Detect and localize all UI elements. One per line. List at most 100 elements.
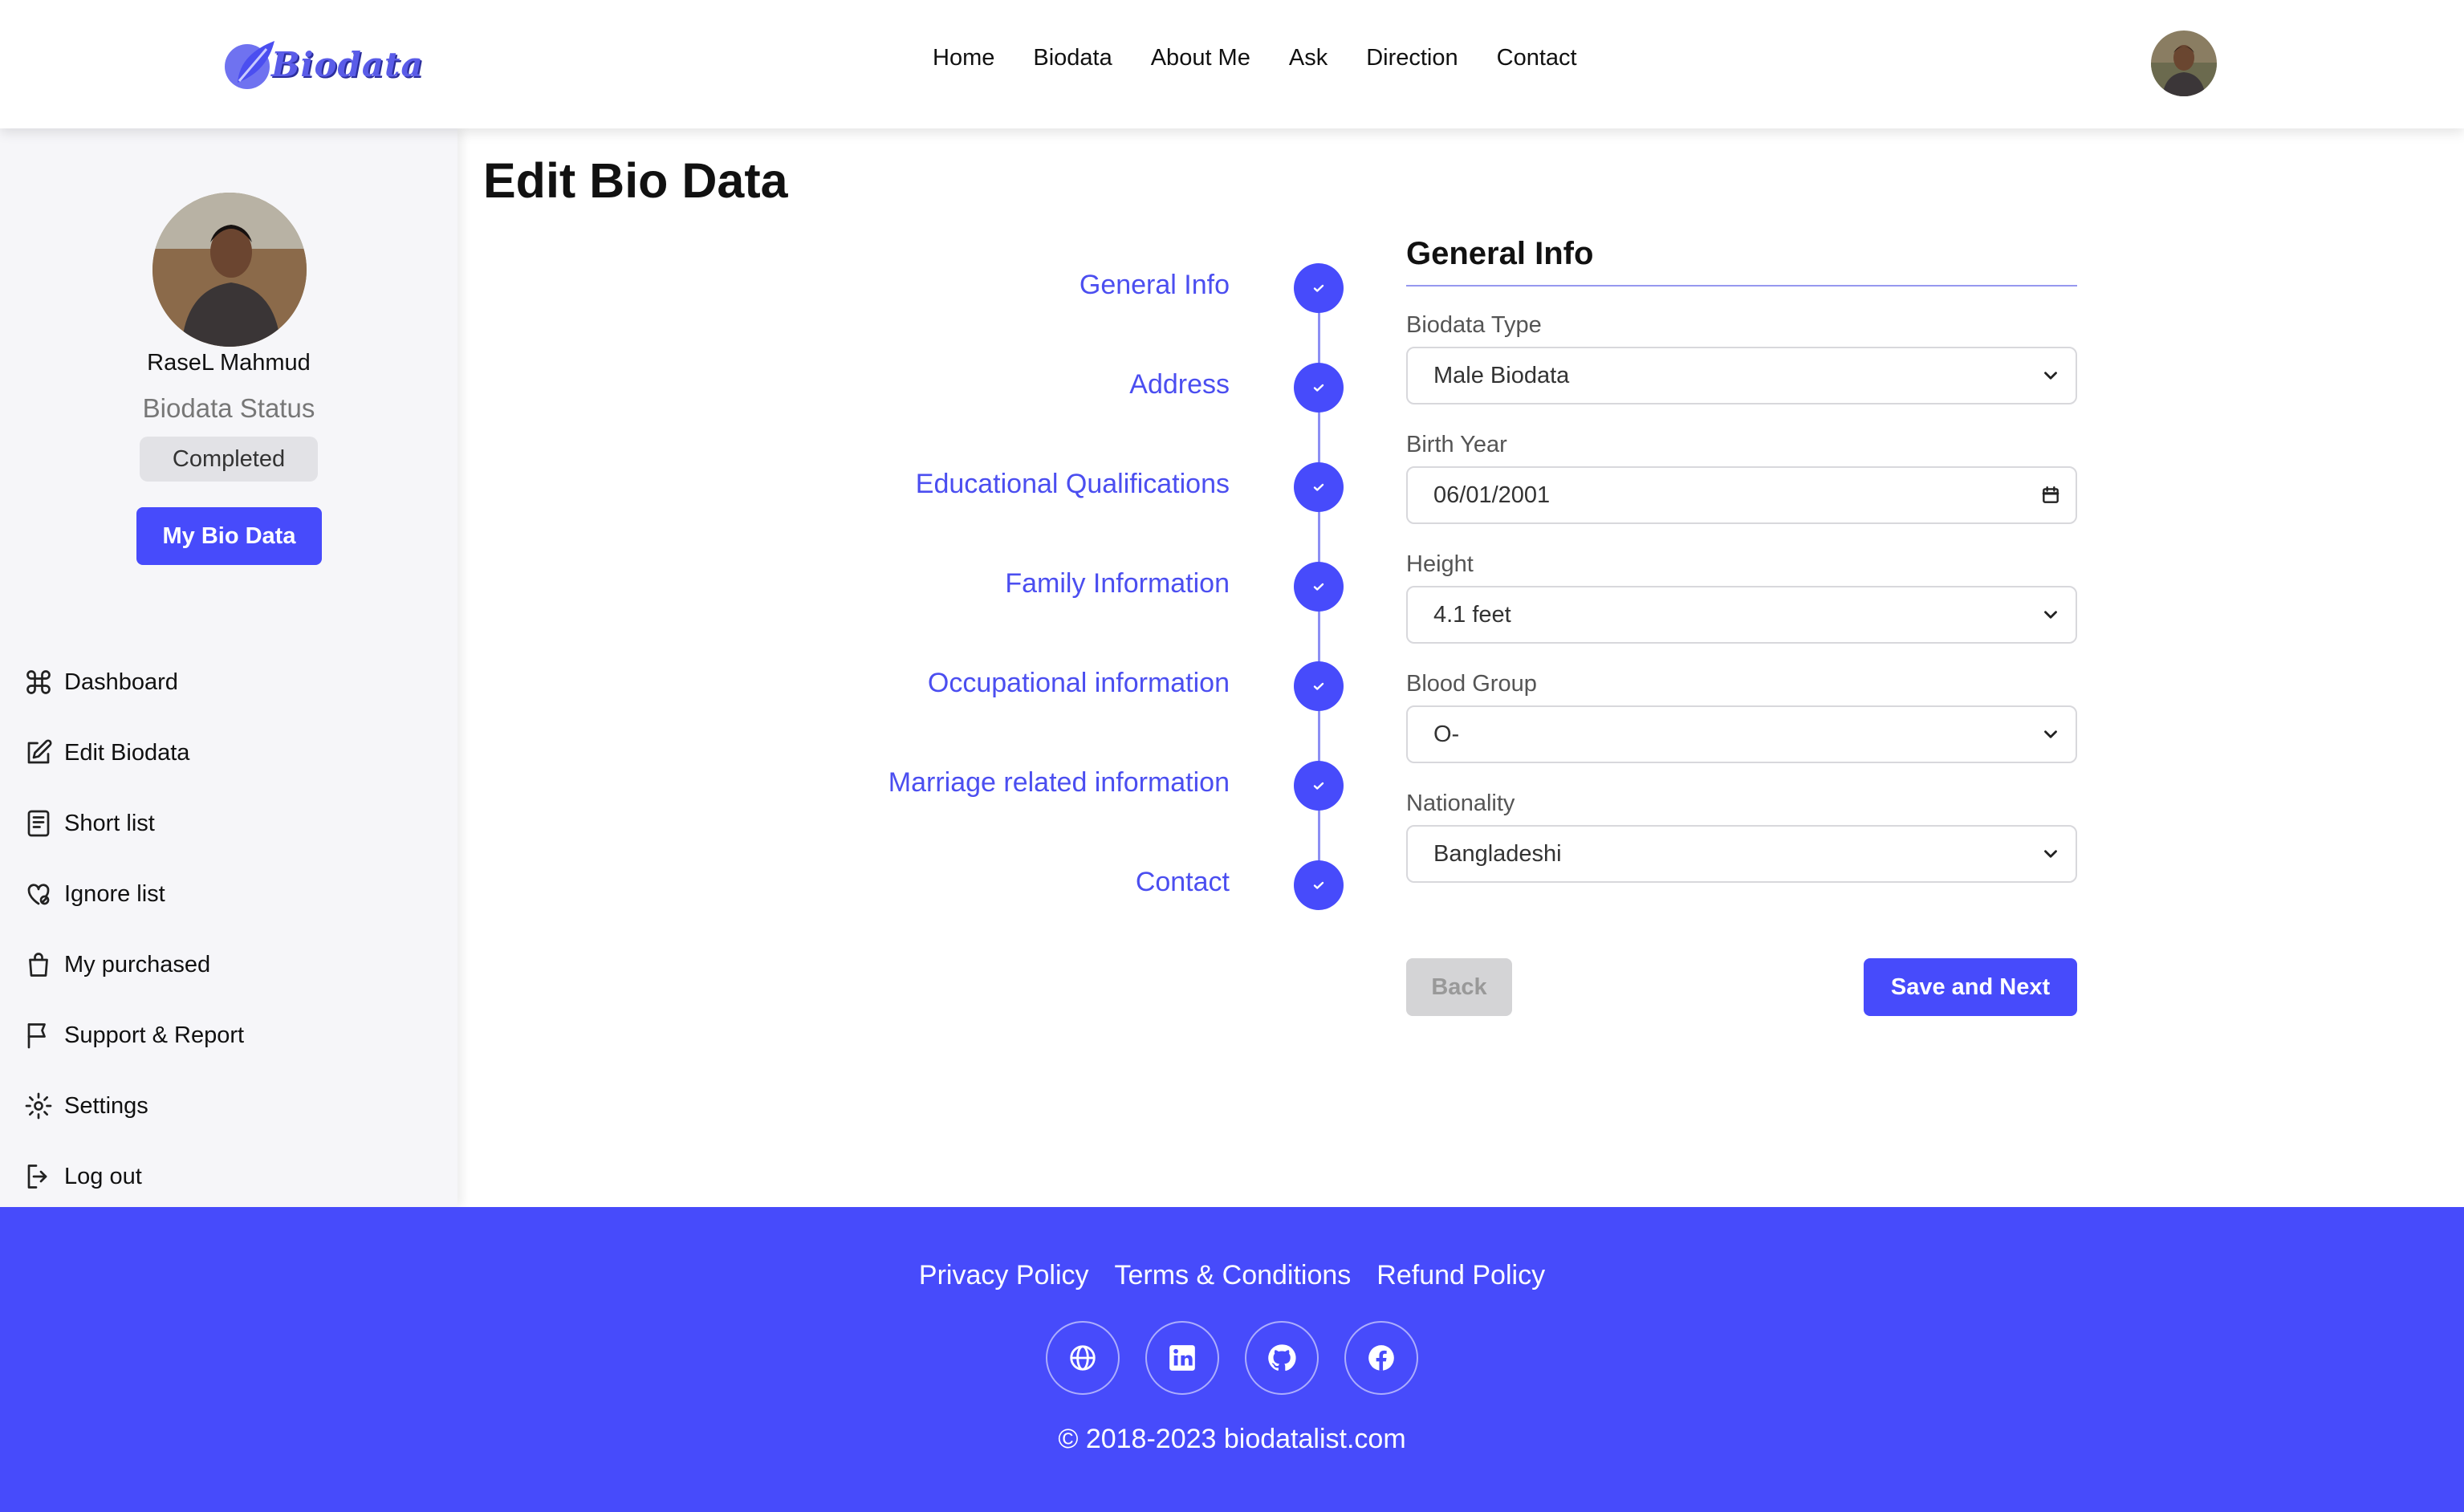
step-label: Occupational information — [927, 668, 1230, 698]
leaf-logo-icon — [225, 41, 274, 89]
sidebar-item-label: Dashboard — [64, 669, 178, 695]
user-avatar[interactable] — [2151, 30, 2217, 96]
chevron-down-icon — [2044, 611, 2057, 619]
heart-off-icon — [27, 884, 50, 905]
sidebar: RaseL Mahmud Biodata Status Completed My… — [0, 128, 457, 1207]
check-icon — [1294, 462, 1344, 512]
sidebar-item-label: Edit Biodata — [64, 739, 190, 766]
footer: Privacy Policy Terms & Conditions Refund… — [0, 1207, 2464, 1512]
back-button[interactable]: Back — [1406, 958, 1512, 1016]
sidebar-item-label: Ignore list — [64, 880, 165, 907]
birth-year-date-input[interactable]: 06/01/2001 — [1406, 466, 2077, 524]
field-label-birth-year: Birth Year — [1406, 432, 1507, 457]
height-select[interactable]: 4.1 feet — [1406, 586, 2077, 644]
sidebar-menu: Dashboard Edit Biodata Short list Ignore… — [24, 647, 244, 1212]
step-label: Contact — [1135, 867, 1230, 897]
nav-about-me[interactable]: About Me — [1151, 45, 1250, 71]
bag-icon — [29, 953, 48, 977]
facebook-icon[interactable] — [1344, 1321, 1418, 1395]
logo-text: Biodata — [271, 44, 424, 84]
gear-icon — [25, 1092, 52, 1120]
refund-policy-link[interactable]: Refund Policy — [1376, 1260, 1545, 1291]
nationality-select[interactable]: Bangladeshi — [1406, 825, 2077, 883]
step-general-info[interactable]: General Info — [722, 263, 1348, 313]
field-value: 4.1 feet — [1433, 601, 1511, 628]
check-icon — [1294, 562, 1344, 612]
sidebar-item-my-purchased[interactable]: My purchased — [24, 929, 244, 1000]
copyright-text: © 2018-2023 biodatalist.com — [1058, 1424, 1406, 1454]
blood-group-select[interactable]: O- — [1406, 705, 2077, 763]
save-and-next-button[interactable]: Save and Next — [1864, 958, 2077, 1016]
step-educational-qualifications[interactable]: Educational Qualifications — [722, 462, 1348, 512]
status-badge: Completed — [140, 437, 318, 482]
nav-ask[interactable]: Ask — [1289, 45, 1328, 71]
sidebar-item-label: Log out — [64, 1163, 142, 1189]
calendar-icon[interactable] — [2040, 485, 2061, 506]
step-contact[interactable]: Contact — [722, 860, 1348, 910]
sidebar-item-support-report[interactable]: Support & Report — [24, 1000, 244, 1071]
linkedin-icon[interactable] — [1145, 1321, 1219, 1395]
top-navbar: Biodata Home Biodata About Me Ask Direct… — [0, 0, 2464, 128]
check-icon — [1294, 363, 1344, 413]
chevron-down-icon — [2044, 730, 2057, 738]
step-label: Marriage related information — [888, 767, 1230, 798]
chevron-down-icon — [2044, 372, 2057, 380]
sidebar-item-edit-biodata[interactable]: Edit Biodata — [24, 717, 244, 788]
field-label-blood-group: Blood Group — [1406, 671, 1537, 697]
check-icon — [1294, 661, 1344, 711]
my-bio-data-button[interactable]: My Bio Data — [136, 507, 322, 565]
nav-direction[interactable]: Direction — [1366, 45, 1458, 71]
flag-icon — [27, 1023, 46, 1049]
sidebar-item-short-list[interactable]: Short list — [24, 788, 244, 859]
main-nav: Home Biodata About Me Ask Direction Cont… — [933, 45, 1577, 71]
edit-icon — [27, 739, 52, 764]
field-value: Bangladeshi — [1433, 840, 1562, 867]
social-links — [0, 1321, 2464, 1395]
check-icon — [1294, 263, 1344, 313]
sidebar-item-log-out[interactable]: Log out — [24, 1141, 244, 1212]
step-label: Address — [1129, 369, 1230, 400]
step-occupational-information[interactable]: Occupational information — [722, 661, 1348, 711]
github-icon[interactable] — [1245, 1321, 1319, 1395]
step-label: General Info — [1079, 270, 1230, 300]
field-label-nationality: Nationality — [1406, 791, 1515, 816]
field-value: 06/01/2001 — [1433, 482, 1551, 508]
step-family-information[interactable]: Family Information — [722, 562, 1348, 612]
sidebar-item-label: My purchased — [64, 951, 211, 978]
sidebar-item-settings[interactable]: Settings — [24, 1071, 244, 1141]
step-label: Family Information — [1005, 568, 1230, 599]
profile-name: RaseL Mahmud — [147, 350, 311, 376]
step-label: Educational Qualifications — [915, 469, 1230, 499]
general-info-form: General Info Biodata Type Male Biodata B… — [1406, 236, 2077, 883]
sidebar-item-label: Settings — [64, 1092, 148, 1119]
check-icon — [1294, 761, 1344, 811]
globe-icon[interactable] — [1046, 1321, 1120, 1395]
field-value: O- — [1433, 721, 1460, 747]
sidebar-item-label: Support & Report — [64, 1022, 245, 1048]
step-address[interactable]: Address — [722, 363, 1348, 413]
field-label-biodata-type: Biodata Type — [1406, 312, 1542, 338]
page-title: Edit Bio Data — [483, 153, 788, 208]
chevron-down-icon — [2044, 850, 2057, 858]
command-icon — [26, 670, 51, 694]
terms-conditions-link[interactable]: Terms & Conditions — [1115, 1260, 1352, 1291]
list-icon — [27, 810, 50, 837]
nav-home[interactable]: Home — [933, 45, 994, 71]
check-icon — [1294, 860, 1344, 910]
biodata-status-label: Biodata Status — [142, 393, 315, 423]
footer-links: Privacy Policy Terms & Conditions Refund… — [0, 1260, 2464, 1291]
step-marriage-related-information[interactable]: Marriage related information — [722, 761, 1348, 811]
privacy-policy-link[interactable]: Privacy Policy — [919, 1260, 1089, 1291]
field-label-height: Height — [1406, 551, 1474, 577]
sidebar-item-dashboard[interactable]: Dashboard — [24, 647, 244, 717]
form-title: General Info — [1406, 236, 2077, 287]
profile-avatar — [152, 193, 307, 347]
sidebar-item-label: Short list — [64, 810, 155, 836]
sidebar-item-ignore-list[interactable]: Ignore list — [24, 859, 244, 929]
logo[interactable]: Biodata — [222, 34, 424, 95]
nav-contact[interactable]: Contact — [1497, 45, 1577, 71]
field-value: Male Biodata — [1433, 362, 1570, 388]
nav-biodata[interactable]: Biodata — [1033, 45, 1112, 71]
logout-icon — [27, 1164, 47, 1189]
biodata-type-select[interactable]: Male Biodata — [1406, 347, 2077, 404]
